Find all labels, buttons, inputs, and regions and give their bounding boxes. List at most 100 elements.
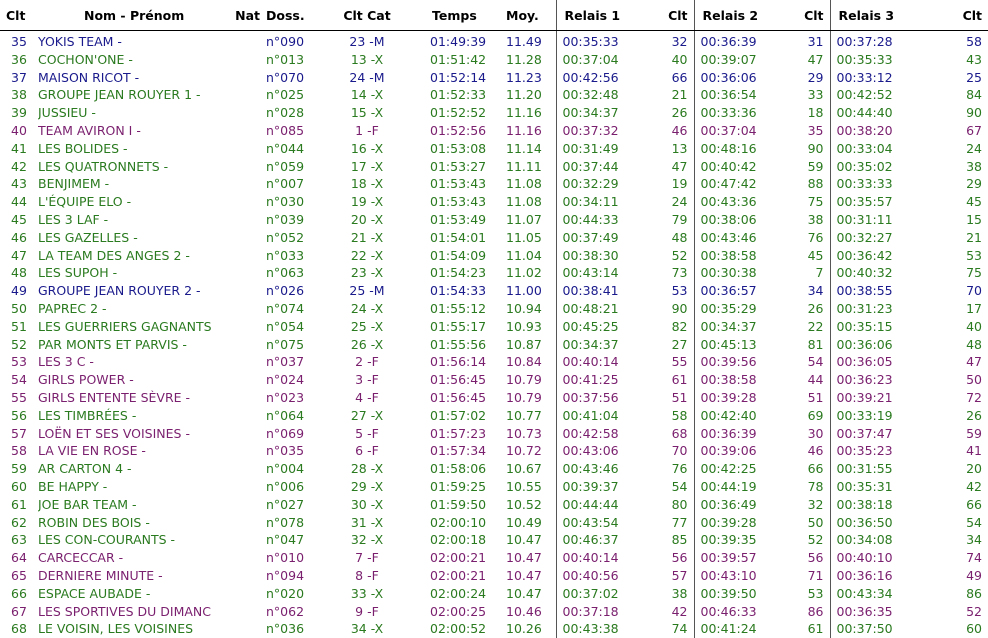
team-nat xyxy=(228,567,264,585)
relay1-rank: 61 xyxy=(654,371,694,389)
table-row[interactable]: 68LE VOISIN, LES VOISINESn°03634 -X02:00… xyxy=(0,620,988,638)
team-bib: n°062 xyxy=(264,603,326,621)
table-row[interactable]: 39JUSSIEU -n°02815 -X01:52:5211.1600:34:… xyxy=(0,104,988,122)
team-speed: 10.79 xyxy=(496,389,556,407)
table-row[interactable]: 59AR CARTON 4 -n°00428 -X01:58:0610.6700… xyxy=(0,460,988,478)
table-row[interactable]: 35YOKIS TEAM -n°09023 -M01:49:3911.4900:… xyxy=(0,31,988,51)
table-row[interactable]: 46LES GAZELLES -n°05221 -X01:54:0111.050… xyxy=(0,229,988,247)
relay3-time: 00:37:50 xyxy=(830,620,926,638)
header-clt[interactable]: Clt xyxy=(0,0,38,31)
relay2-rank: 76 xyxy=(790,229,830,247)
table-row[interactable]: 43BENJIMEM -n°00718 -X01:53:4311.0800:32… xyxy=(0,175,988,193)
team-name: LES QUATRONNETS - xyxy=(38,158,228,176)
team-time: 01:52:14 xyxy=(408,69,496,87)
team-category-rank: 27 -X xyxy=(326,407,408,425)
results-table: Clt Nom - Prénom Nat Doss. Clt Cat Temps… xyxy=(0,0,988,638)
table-row[interactable]: 51LES GUERRIERS GAGNANTSn°05425 -X01:55:… xyxy=(0,318,988,336)
relay3-time: 00:32:27 xyxy=(830,229,926,247)
relay2-rank: 44 xyxy=(790,371,830,389)
team-nat xyxy=(228,425,264,443)
table-row[interactable]: 54GIRLS POWER -n°0243 -F01:56:4510.7900:… xyxy=(0,371,988,389)
header-moy[interactable]: Moy. xyxy=(496,0,556,31)
table-row[interactable]: 53LES 3 C -n°0372 -F01:56:1410.8400:40:1… xyxy=(0,353,988,371)
table-row[interactable]: 41LES BOLIDES -n°04416 -X01:53:0811.1400… xyxy=(0,140,988,158)
relay1-rank: 56 xyxy=(654,549,694,567)
table-row[interactable]: 42LES QUATRONNETS -n°05917 -X01:53:2711.… xyxy=(0,158,988,176)
table-row[interactable]: 65DERNIERE MINUTE -n°0948 -F02:00:2110.4… xyxy=(0,567,988,585)
header-nat[interactable]: Nat xyxy=(228,0,264,31)
table-row[interactable]: 37MAISON RICOT -n°07024 -M01:52:1411.230… xyxy=(0,69,988,87)
relay3-rank: 26 xyxy=(926,407,988,425)
team-category-rank: 3 -F xyxy=(326,371,408,389)
table-row[interactable]: 61JOE BAR TEAM -n°02730 -X01:59:5010.520… xyxy=(0,496,988,514)
relay1-time: 00:34:37 xyxy=(556,336,654,354)
team-rank: 46 xyxy=(0,229,38,247)
table-row[interactable]: 63LES CON-COURANTS -n°04732 -X02:00:1810… xyxy=(0,531,988,549)
table-row[interactable]: 55GIRLS ENTENTE SÈVRE -n°0234 -F01:56:45… xyxy=(0,389,988,407)
table-row[interactable]: 49GROUPE JEAN ROUYER 2 -n°02625 -M01:54:… xyxy=(0,282,988,300)
team-bib: n°007 xyxy=(264,175,326,193)
relay1-rank: 85 xyxy=(654,531,694,549)
team-time: 01:57:02 xyxy=(408,407,496,425)
table-row[interactable]: 64CARCECCAR -n°0107 -F02:00:2110.4700:40… xyxy=(0,549,988,567)
team-bib: n°054 xyxy=(264,318,326,336)
header-cltcat[interactable]: Clt Cat xyxy=(326,0,408,31)
team-time: 01:54:01 xyxy=(408,229,496,247)
header-relais1[interactable]: Relais 1 xyxy=(556,0,654,31)
relay3-rank: 59 xyxy=(926,425,988,443)
relay2-time: 00:38:58 xyxy=(694,247,790,265)
relay2-rank: 32 xyxy=(790,496,830,514)
team-bib: n°074 xyxy=(264,300,326,318)
team-nat xyxy=(228,460,264,478)
team-time: 01:57:34 xyxy=(408,442,496,460)
team-bib: n°059 xyxy=(264,158,326,176)
relay2-rank: 86 xyxy=(790,603,830,621)
table-row[interactable]: 58LA VIE EN ROSE -n°0356 -F01:57:3410.72… xyxy=(0,442,988,460)
table-row[interactable]: 50PAPREC 2 -n°07424 -X01:55:1210.9400:48… xyxy=(0,300,988,318)
table-row[interactable]: 57LOËN ET SES VOISINES -n°0695 -F01:57:2… xyxy=(0,425,988,443)
team-speed: 11.08 xyxy=(496,175,556,193)
relay2-time: 00:48:16 xyxy=(694,140,790,158)
table-row[interactable]: 45LES 3 LAF -n°03920 -X01:53:4911.0700:4… xyxy=(0,211,988,229)
header-clt1[interactable]: Clt xyxy=(654,0,694,31)
table-row[interactable]: 48LES SUPOH -n°06323 -X01:54:2311.0200:4… xyxy=(0,264,988,282)
team-bib: n°085 xyxy=(264,122,326,140)
table-row[interactable]: 40TEAM AVIRON I -n°0851 -F01:52:5611.160… xyxy=(0,122,988,140)
header-doss[interactable]: Doss. xyxy=(264,0,326,31)
team-name: LES GUERRIERS GAGNANTS xyxy=(38,318,228,336)
header-temps[interactable]: Temps xyxy=(408,0,496,31)
relay3-rank: 34 xyxy=(926,531,988,549)
table-row[interactable]: 66ESPACE AUBADE -n°02033 -X02:00:2410.47… xyxy=(0,585,988,603)
table-row[interactable]: 60BE HAPPY -n°00629 -X01:59:2510.5500:39… xyxy=(0,478,988,496)
team-rank: 38 xyxy=(0,86,38,104)
relay3-time: 00:35:23 xyxy=(830,442,926,460)
header-clt3[interactable]: Clt xyxy=(926,0,988,31)
header-relais3[interactable]: Relais 3 xyxy=(830,0,926,31)
header-nom[interactable]: Nom - Prénom xyxy=(38,0,228,31)
table-row[interactable]: 52PAR MONTS ET PARVIS -n°07526 -X01:55:5… xyxy=(0,336,988,354)
table-row[interactable]: 36COCHON'ONE -n°01313 -X01:51:4211.2800:… xyxy=(0,51,988,69)
relay2-time: 00:35:29 xyxy=(694,300,790,318)
table-row[interactable]: 56LES TIMBRÉES -n°06427 -X01:57:0210.770… xyxy=(0,407,988,425)
team-rank: 47 xyxy=(0,247,38,265)
relay1-rank: 58 xyxy=(654,407,694,425)
table-row[interactable]: 38GROUPE JEAN ROUYER 1 -n°02514 -X01:52:… xyxy=(0,86,988,104)
team-rank: 52 xyxy=(0,336,38,354)
table-row[interactable]: 47LA TEAM DES ANGES 2 -n°03322 -X01:54:0… xyxy=(0,247,988,265)
relay1-time: 00:37:32 xyxy=(556,122,654,140)
header-relais2[interactable]: Relais 2 xyxy=(694,0,790,31)
header-clt2[interactable]: Clt xyxy=(790,0,830,31)
relay3-rank: 60 xyxy=(926,620,988,638)
relay1-rank: 52 xyxy=(654,247,694,265)
team-category-rank: 30 -X xyxy=(326,496,408,514)
relay1-time: 00:43:06 xyxy=(556,442,654,460)
team-name: GIRLS ENTENTE SÈVRE - xyxy=(38,389,228,407)
relay1-time: 00:43:38 xyxy=(556,620,654,638)
table-row[interactable]: 44L'ÉQUIPE ELO -n°03019 -X01:53:4311.080… xyxy=(0,193,988,211)
relay1-rank: 70 xyxy=(654,442,694,460)
team-speed: 11.07 xyxy=(496,211,556,229)
table-row[interactable]: 67LES SPORTIVES DU DIMANCn°0629 -F02:00:… xyxy=(0,603,988,621)
relay3-time: 00:31:55 xyxy=(830,460,926,478)
table-row[interactable]: 62ROBIN DES BOIS -n°07831 -X02:00:1010.4… xyxy=(0,514,988,532)
relay2-rank: 75 xyxy=(790,193,830,211)
